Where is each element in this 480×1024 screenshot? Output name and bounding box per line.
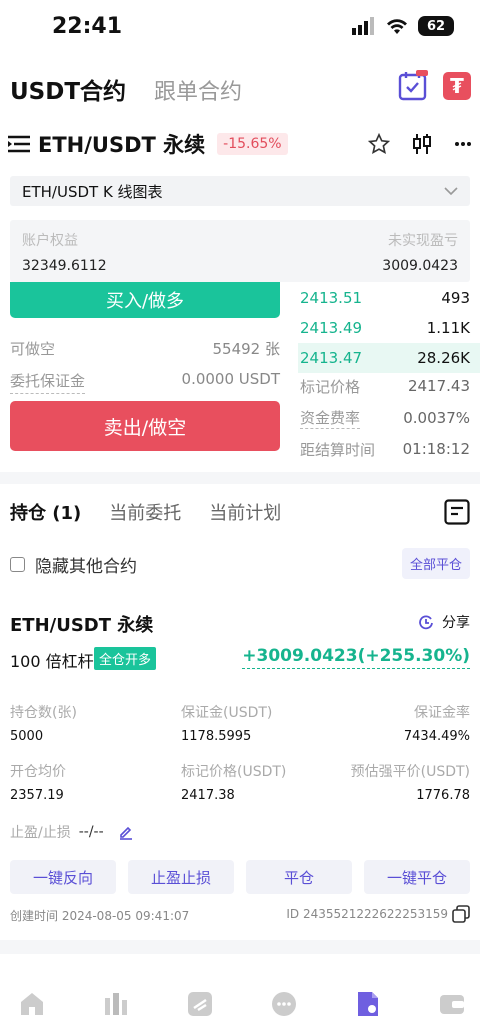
available-value: 55492 张 [212,340,281,358]
kline-select[interactable]: ETH/USDT K 线图表 [10,176,470,206]
star-icon[interactable] [368,133,390,155]
settlement-label: 距结算时间 [300,440,376,459]
tab-open-orders[interactable]: 当前委托 [109,499,181,525]
margin-rate-value: 7434.49% [403,729,470,744]
reverse-button[interactable]: 一键反向 [10,860,116,894]
trade-icon[interactable] [186,990,214,1018]
tab-plans[interactable]: 当前计划 [209,499,281,525]
orders-list-icon[interactable] [444,499,470,525]
kline-select-label: ETH/USDT K 线图表 [22,182,163,201]
tab-usdt-contract[interactable]: USDT合约 [10,72,126,106]
markets-icon[interactable] [102,990,130,1018]
tether-icon[interactable]: ₮ [443,72,471,100]
tpsl-label: 止盈/止损 [10,825,71,841]
orderbook-qty: 28.26K [417,349,470,367]
wallet-icon[interactable] [438,990,466,1018]
share-button[interactable]: 分享 [418,612,470,632]
copy-icon[interactable] [452,905,470,923]
bottom-nav [0,968,480,1024]
menu-icon[interactable] [8,133,30,155]
edit-icon[interactable] [118,824,134,840]
orderbook-qty: 1.11K [426,319,470,337]
position-mark-value: 2417.38 [181,788,235,803]
home-icon[interactable] [18,990,46,1018]
chevron-down-icon [444,186,458,195]
settlement-row: 距结算时间 01:18:12 [298,434,480,464]
section-divider [0,940,480,954]
orderbook-row[interactable]: 2413.51 493 [298,283,480,313]
candlestick-icon[interactable] [412,133,432,155]
mark-price-row: 标记价格 2417.43 [298,371,480,401]
tab-positions[interactable]: 持仓 (1) [10,499,81,525]
chat-icon[interactable] [270,990,298,1018]
status-icons: 62 [352,16,454,36]
buy-long-button[interactable]: 买入/做多 [10,282,280,318]
entry-price-value: 2357.19 [10,788,64,803]
mode-badge: 全仓开多 [94,647,157,670]
qty-label: 持仓数(张) [10,705,77,721]
contract-tabs: USDT合约 跟单合约 [10,72,242,106]
position-title: ETH/USDT 永续 [10,615,154,636]
upnl-value: 3009.0423 [382,258,458,274]
position-id: ID 2435521222622253159 [286,905,470,923]
funding-rate-value: 0.0037% [403,409,470,427]
margin-usdt-value: 1178.5995 [181,729,252,744]
change-badge: -15.65% [217,133,288,155]
qty-value: 5000 [10,729,44,744]
position-tabs: 持仓 (1) 当前委托 当前计划 [10,499,281,525]
upnl-label: 未实现盈亏 [388,233,458,249]
close-position-button[interactable]: 平仓 [246,860,352,894]
tpsl-row: 止盈/止损 --/-- [10,822,134,842]
equity-label: 账户权益 [22,233,78,249]
status-time: 22:41 [52,14,123,39]
orderbook-row[interactable]: 2413.47 28.26K [298,343,480,373]
tab-copy-contract[interactable]: 跟单合约 [154,74,242,106]
battery-icon: 62 [418,16,454,36]
wifi-icon [387,19,407,34]
liq-price-label: 预估强平价(USDT) [350,764,470,780]
quick-close-button[interactable]: 一键平仓 [364,860,470,894]
hide-others-label: 隐藏其他合约 [35,557,137,577]
share-label: 分享 [442,615,470,631]
account-summary: 账户权益 32349.6112 未实现盈亏 3009.0423 [10,220,470,282]
available-label: 可做空 [10,340,56,358]
equity-value: 32349.6112 [22,258,107,274]
funding-rate-label: 资金费率 [300,409,361,429]
funding-rate-row: 资金费率 0.0037% [298,403,480,433]
margin-label: 委托保证金 [10,370,86,394]
contract-icon[interactable] [354,990,382,1018]
tpsl-value: --/-- [78,824,104,840]
mark-price-value: 2417.43 [407,377,470,395]
close-all-button[interactable]: 全部平仓 [402,548,470,579]
liq-price-value: 1776.78 [416,788,470,803]
leverage-label: 100 倍杠杆 [10,652,94,671]
pnl-value[interactable]: +3009.0423(+255.30%) [242,646,470,669]
orderbook-price: 2413.49 [300,319,363,337]
more-icon[interactable] [454,141,472,147]
sell-short-button[interactable]: 卖出/做空 [10,401,280,451]
hide-others-toggle[interactable]: 隐藏其他合约 [10,552,137,577]
position-id-text: ID 2435521222622253159 [286,907,448,921]
signal-icon [352,17,374,35]
orderbook-price: 2413.47 [300,349,363,367]
position-mark-label: 标记价格(USDT) [181,764,287,780]
orderbook-qty: 493 [441,289,470,307]
section-divider [0,472,480,484]
entry-price-label: 开仓均价 [10,764,66,780]
created-time: 创建时间 2024-08-05 09:41:07 [10,909,190,923]
tpsl-button[interactable]: 止盈止损 [128,860,234,894]
pair-header: ETH/USDT 永续 -15.65% [8,129,472,159]
margin-value: 0.0000 USDT [181,370,280,388]
mark-price-label: 标记价格 [300,377,361,396]
margin-rate-label: 保证金率 [414,705,470,721]
margin-usdt-label: 保证金(USDT) [181,705,273,721]
settlement-value: 01:18:12 [402,440,470,458]
share-icon [419,615,433,630]
calendar-icon[interactable] [398,70,432,104]
checkbox[interactable] [10,557,25,572]
orderbook-row[interactable]: 2413.49 1.11K [298,313,480,343]
pair-title[interactable]: ETH/USDT 永续 [38,129,205,159]
orderbook-price: 2413.51 [300,289,363,307]
